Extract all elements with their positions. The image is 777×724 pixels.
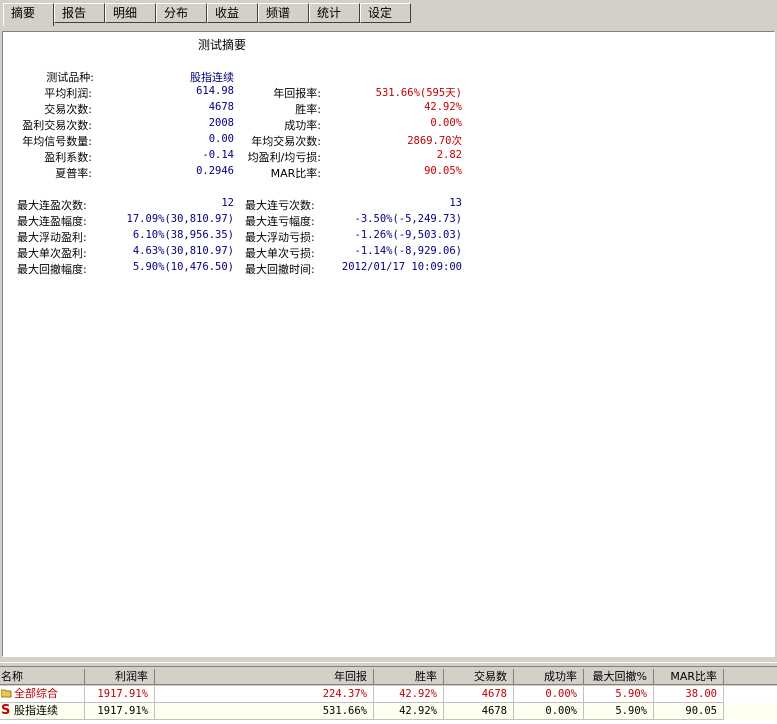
header-annual-return[interactable]: 年回报 [155, 669, 374, 685]
metric-value: 90.05% [424, 165, 462, 177]
tab-settings[interactable]: 设定 [360, 3, 411, 23]
metric-value: 42.92% [424, 101, 462, 113]
metric-value: 2008 [208, 117, 234, 129]
extreme-value: 17.09%(30,810.97) [126, 213, 234, 225]
extreme-label: 最大回撤幅度: [17, 263, 87, 276]
cell-trades: 4678 [444, 703, 514, 720]
metric-value: 614.98 [196, 85, 234, 97]
header-name[interactable]: 名称 [0, 669, 85, 685]
extreme-label: 最大浮动亏损: [245, 231, 315, 244]
splitter[interactable] [0, 662, 777, 667]
tab-returns[interactable]: 收益 [207, 3, 258, 23]
tab-spectrum[interactable]: 频谱 [258, 3, 309, 23]
table-row[interactable]: 全部综合 1917.91% 224.37% 42.92% 4678 0.00% … [0, 686, 777, 703]
summary-panel: 测试摘要 测试品种: 股指连续 平均利润: 614.98 交易次数: 4678 … [2, 31, 775, 657]
metric-label: 胜率: [295, 103, 321, 116]
extreme-label: 最大单次亏损: [245, 247, 315, 260]
extreme-value: 5.90%(10,476.50) [132, 261, 234, 273]
metric-label: 交易次数: [44, 103, 92, 116]
header-mar-ratio[interactable]: MAR比率 [654, 669, 724, 685]
extreme-value: -1.14%(-8,929.06) [354, 245, 462, 257]
metric-label: 均盈利/均亏损: [247, 151, 321, 164]
cell-win-rate: 42.92% [374, 686, 444, 703]
metric-value: 0.2946 [196, 165, 234, 177]
metric-label: 年回报率: [273, 87, 321, 100]
cell-mar-ratio: 38.00 [654, 686, 724, 703]
metric-value: 0.00% [430, 117, 462, 129]
extreme-label: 最大连亏次数: [245, 199, 315, 212]
header-win-rate[interactable]: 胜率 [374, 669, 444, 685]
metric-value: 2.82 [436, 149, 462, 161]
header-trades[interactable]: 交易数 [444, 669, 514, 685]
metric-label: 年均交易次数: [251, 135, 321, 148]
tab-summary[interactable]: 摘要 [3, 3, 54, 26]
metric-value: -0.14 [202, 149, 234, 161]
cell-profit-rate: 1917.91% [85, 703, 155, 720]
metric-label: 平均利润: [44, 87, 92, 100]
cell-success-rate: 0.00% [514, 686, 584, 703]
extreme-value: 4.63%(30,810.97) [132, 245, 234, 257]
extreme-label: 最大连亏幅度: [245, 215, 315, 228]
tab-details[interactable]: 明细 [105, 3, 156, 23]
extreme-value: -3.50%(-5,249.73) [354, 213, 462, 225]
extreme-value: -1.26%(-9,503.03) [354, 229, 462, 241]
metric-label: 夏普率: [55, 167, 92, 180]
table-row[interactable]: S 股指连续 1917.91% 531.66% 42.92% 4678 0.00… [0, 703, 777, 720]
cell-name: 全部综合 [0, 686, 85, 703]
cell-mar-ratio: 90.05 [654, 703, 724, 720]
cell-max-drawdown: 5.90% [584, 703, 654, 720]
metric-value: 2869.70次 [407, 135, 462, 147]
product-value: 股指连续 [190, 71, 234, 84]
tab-distribution[interactable]: 分布 [156, 3, 207, 23]
metric-label: 盈利交易次数: [22, 119, 92, 132]
header-filler [724, 669, 777, 685]
extreme-label: 最大回撤时间: [245, 263, 315, 276]
metric-label: 盈利系数: [44, 151, 92, 164]
header-max-drawdown[interactable]: 最大回撤% [584, 669, 654, 685]
cell-max-drawdown: 5.90% [584, 686, 654, 703]
tab-report[interactable]: 报告 [54, 3, 105, 23]
extreme-value: 12 [221, 197, 234, 209]
cell-annual-return: 531.66% [155, 703, 374, 720]
metric-label: 成功率: [284, 119, 321, 132]
extreme-label: 最大浮动盈利: [17, 231, 87, 244]
cell-trades: 4678 [444, 686, 514, 703]
extreme-value: 2012/01/17 10:09:00 [341, 261, 462, 273]
header-profit-rate[interactable]: 利润率 [85, 669, 155, 685]
tab-statistics[interactable]: 统计 [309, 3, 360, 23]
metric-label: MAR比率: [270, 167, 321, 180]
results-table: 名称 利润率 年回报 胜率 交易数 成功率 最大回撤% MAR比率 全部综合 1… [0, 669, 777, 724]
metric-value: 4678 [208, 101, 234, 113]
extreme-value: 6.10%(38,956.35) [132, 229, 234, 241]
summary-title: 测试摘要 [198, 38, 247, 52]
extreme-label: 最大连盈次数: [17, 199, 87, 212]
metric-value: 0.00 [208, 133, 234, 145]
header-success-rate[interactable]: 成功率 [514, 669, 584, 685]
cell-win-rate: 42.92% [374, 703, 444, 720]
metric-value: 531.66%(595天) [375, 87, 462, 99]
cell-profit-rate: 1917.91% [85, 686, 155, 703]
tab-bar: 摘要 报告 明细 分布 收益 频谱 统计 设定 [0, 0, 777, 30]
extreme-label: 最大单次盈利: [17, 247, 87, 260]
cell-name: 股指连续 [0, 703, 85, 720]
extreme-value: 13 [449, 197, 462, 209]
product-label: 测试品种: [46, 71, 94, 84]
cell-annual-return: 224.37% [155, 686, 374, 703]
table-header: 名称 利润率 年回报 胜率 交易数 成功率 最大回撤% MAR比率 [0, 669, 777, 686]
extreme-label: 最大连盈幅度: [17, 215, 87, 228]
metric-label: 年均信号数量: [22, 135, 92, 148]
cell-success-rate: 0.00% [514, 703, 584, 720]
